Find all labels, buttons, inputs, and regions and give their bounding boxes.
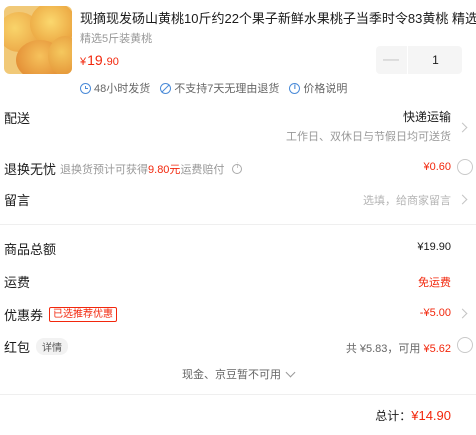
return-insurance-radio[interactable] [457, 159, 473, 175]
section-divider [0, 224, 476, 225]
return-insurance-desc: 退换货预计可获得9.80元运费赔付 [60, 161, 224, 177]
redpacket-available: ¥5.62 [423, 343, 451, 355]
product-price: ¥19.90 [80, 52, 119, 68]
peach-image [48, 36, 72, 74]
total-label: 总计： [375, 409, 412, 423]
return-insurance-price: ¥0.60 [423, 161, 451, 173]
return-insurance-row: 退换无忧 退换货预计可获得9.80元运费赔付 [4, 159, 243, 178]
message-input[interactable]: 选填，给商家留言 [363, 192, 451, 208]
redpacket-summary: 共 ¥5.83，可用 ¥5.62 [346, 340, 451, 356]
coupon-badge: 已选推荐优惠 [49, 307, 118, 322]
coupon-row[interactable]: 优惠券 已选推荐优惠 [4, 305, 118, 324]
redpacket-total: 共 ¥5.83，可用 [345, 343, 421, 355]
unavailable-note[interactable]: 现金、京豆暂不可用 [182, 366, 281, 382]
tag-no-return: 不支持7天无理由退货 [160, 80, 279, 96]
chevron-right-icon[interactable] [457, 308, 468, 319]
price-decimal: 90 [106, 56, 119, 68]
redpacket-label: 红包 [4, 340, 31, 355]
service-tags: 48小时发货 不支持7天无理由退货 价格说明 [80, 80, 347, 96]
tag-label: 不支持7天无理由退货 [174, 83, 280, 95]
shipping-value: 免运费 [418, 277, 451, 289]
info-icon [289, 82, 301, 94]
price-integer: 19. [87, 52, 107, 68]
desc-amount: 9.80元 [148, 163, 181, 176]
quantity-input[interactable]: 1 [407, 46, 463, 74]
chevron-down-icon[interactable] [285, 367, 296, 378]
product-thumbnail[interactable] [4, 6, 72, 74]
redpacket-detail-button[interactable]: 详情 [36, 338, 69, 355]
clock-icon [80, 82, 91, 94]
product-title[interactable]: 现摘现发砀山黄桃10斤约22个果子新鲜水果桃子当季时令83黄桃 精选5斤装 [80, 10, 476, 27]
shipping-label: 运费 [4, 275, 31, 290]
tag-price-info[interactable]: 价格说明 [289, 80, 347, 96]
delivery-detail[interactable]: 工作日、双休日与节假日均可送货 [286, 128, 451, 144]
redpacket-radio[interactable] [457, 337, 473, 353]
tag-48h: 48小时发货 [80, 80, 150, 96]
desc-suffix: 运费赔付 [180, 163, 225, 176]
goods-total-label: 商品总额 [4, 242, 57, 257]
section-divider [0, 394, 476, 395]
chevron-right-icon[interactable] [457, 122, 468, 133]
coupon-value[interactable]: -¥5.00 [420, 307, 451, 319]
unavailable-note-row[interactable]: 现金、京豆暂不可用 [0, 366, 476, 382]
order-total: 总计： ¥14.90 [375, 407, 451, 424]
price-currency: ¥ [80, 56, 87, 68]
delivery-label: 配送 [4, 111, 31, 126]
chevron-right-icon[interactable] [457, 194, 468, 205]
no-return-icon [160, 82, 172, 94]
tag-label[interactable]: 价格说明 [303, 80, 347, 96]
desc-prefix: 退换货预计可获得 [60, 163, 149, 176]
delivery-method[interactable]: 快递运输 [403, 108, 451, 125]
quantity-stepper[interactable]: — 1 [376, 46, 462, 74]
product-spec[interactable]: 精选5斤装黄桃 [80, 30, 152, 46]
total-value: ¥14.90 [411, 408, 451, 423]
message-label: 留言 [4, 193, 31, 208]
redpacket-row: 红包 详情 [4, 337, 69, 356]
tag-label: 48小时发货 [94, 83, 151, 95]
goods-total-value: ¥19.90 [417, 241, 451, 253]
return-insurance-label: 退换无忧 [4, 162, 57, 177]
coupon-label: 优惠券 [4, 308, 44, 323]
info-icon[interactable] [232, 163, 243, 174]
decrease-button[interactable]: — [376, 46, 406, 74]
